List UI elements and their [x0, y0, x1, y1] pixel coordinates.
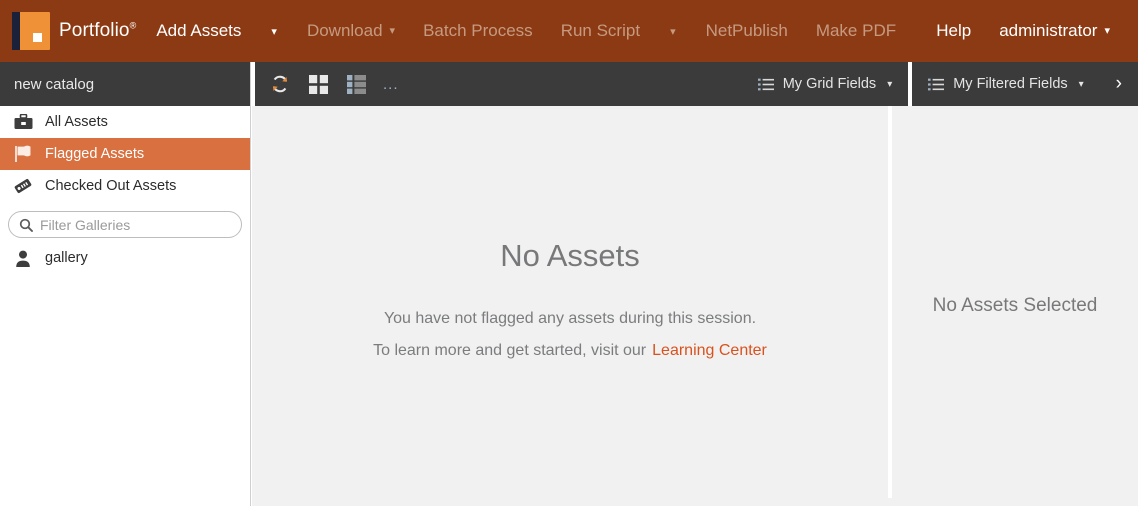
learning-center-link[interactable]: Learning Center — [652, 342, 767, 359]
sidebar-item-checked-out-assets-label: Checked Out Assets — [45, 178, 177, 194]
my-grid-fields-label: My Grid Fields — [782, 76, 877, 92]
empty-state-cta-text: To learn more and get started, visit our — [373, 342, 647, 359]
top-menu-bar: Portfolio® Add Assets ▾ Download ▾ Batch … — [0, 0, 1138, 62]
my-grid-fields-dropdown[interactable]: My Grid Fields ▾ — [742, 62, 909, 106]
asset-toolbar: ... My Grid Fields ▾ My Filtered Fields … — [255, 62, 1138, 106]
menu-help[interactable]: Help — [922, 0, 985, 62]
main-menu: Add Assets ▾ Download ▾ Batch Process Run… — [142, 0, 922, 62]
my-filtered-fields-dropdown[interactable]: My Filtered Fields ▾ — [912, 62, 1099, 106]
menu-download-label: Download — [306, 21, 383, 40]
sidebar-gallery-label: gallery — [45, 250, 88, 266]
brand-logo[interactable]: Portfolio® — [0, 0, 142, 62]
empty-state-message: You have not flagged any assets during t… — [383, 310, 757, 327]
logo-dot — [33, 33, 42, 42]
person-icon — [12, 247, 34, 269]
assets-empty-state-panel: No Assets You have not flagged any asset… — [252, 106, 888, 506]
menu-add-assets[interactable]: Add Assets — [142, 0, 255, 62]
logo-spine — [12, 12, 20, 50]
menu-netpublish[interactable]: NetPublish — [692, 0, 802, 62]
asset-info-panel: No Assets Selected — [892, 106, 1138, 506]
catalog-name-header[interactable]: new catalog — [0, 62, 250, 106]
refresh-icon[interactable] — [269, 73, 291, 95]
menu-run-script[interactable]: Run Script — [547, 0, 654, 62]
menu-run-script-caret-icon[interactable]: ▾ — [654, 0, 692, 62]
brand-registered-mark: ® — [129, 20, 137, 31]
menu-add-assets-caret-icon[interactable]: ▾ — [255, 0, 293, 62]
bottom-strip — [252, 498, 1138, 506]
filter-galleries-box[interactable] — [8, 211, 242, 238]
sidebar-item-all-assets[interactable]: All Assets — [0, 106, 250, 138]
user-caret-icon: ▾ — [1104, 25, 1110, 37]
sidebar-item-all-assets-label: All Assets — [45, 114, 108, 130]
sidebar-item-flagged-assets-label: Flagged Assets — [45, 146, 145, 162]
user-label: administrator — [999, 21, 1098, 40]
portfolio-app-window: Portfolio® Add Assets ▾ Download ▾ Batch … — [0, 0, 1138, 506]
filter-galleries-wrap — [0, 202, 250, 242]
expand-panel-chevron-right-icon[interactable]: › — [1100, 62, 1138, 106]
no-assets-selected-label: No Assets Selected — [932, 295, 1098, 316]
menu-user-administrator[interactable]: administrator ▾ — [985, 0, 1124, 62]
portfolio-book-logo-icon — [12, 12, 50, 50]
menu-download[interactable]: Download ▾ — [293, 0, 409, 62]
my-filtered-fields-caret-icon: ▾ — [1078, 78, 1084, 90]
toolbar-left-group: ... — [255, 73, 399, 95]
toolbar-right-group: My Grid Fields ▾ My Filtered Fields ▾ › — [742, 62, 1138, 106]
brand-label: Portfolio — [59, 20, 130, 41]
menu-batch-process[interactable]: Batch Process — [409, 0, 547, 62]
menu-make-pdf[interactable]: Make PDF — [802, 0, 910, 62]
menu-download-caret-icon: ▾ — [389, 25, 396, 37]
empty-state-cta: To learn more and get started, visit our… — [373, 342, 767, 360]
top-bar-right-group: Help administrator ▾ — [922, 0, 1138, 62]
list-view-icon[interactable] — [345, 73, 367, 95]
sidebar-item-flagged-assets[interactable]: Flagged Assets — [0, 138, 250, 170]
sidebar: new catalog All Assets Flagged Assets Ch… — [0, 62, 251, 506]
list-fields-icon — [757, 78, 774, 90]
briefcase-icon — [12, 111, 34, 133]
list-fields-icon-2 — [928, 78, 945, 90]
flag-icon — [12, 143, 34, 165]
my-filtered-fields-label: My Filtered Fields — [953, 76, 1068, 92]
my-grid-fields-caret-icon: ▾ — [887, 78, 893, 90]
grid-view-icon[interactable] — [307, 73, 329, 95]
toolbar-more-options[interactable]: ... — [383, 76, 399, 93]
empty-state-title: No Assets — [500, 238, 640, 273]
brand-name: Portfolio® — [59, 20, 136, 42]
filter-galleries-input[interactable] — [40, 216, 231, 233]
sidebar-item-checked-out-assets[interactable]: Checked Out Assets — [0, 170, 250, 202]
tag-icon — [12, 175, 34, 197]
sidebar-gallery-item[interactable]: gallery — [0, 242, 250, 274]
search-icon — [19, 218, 33, 232]
